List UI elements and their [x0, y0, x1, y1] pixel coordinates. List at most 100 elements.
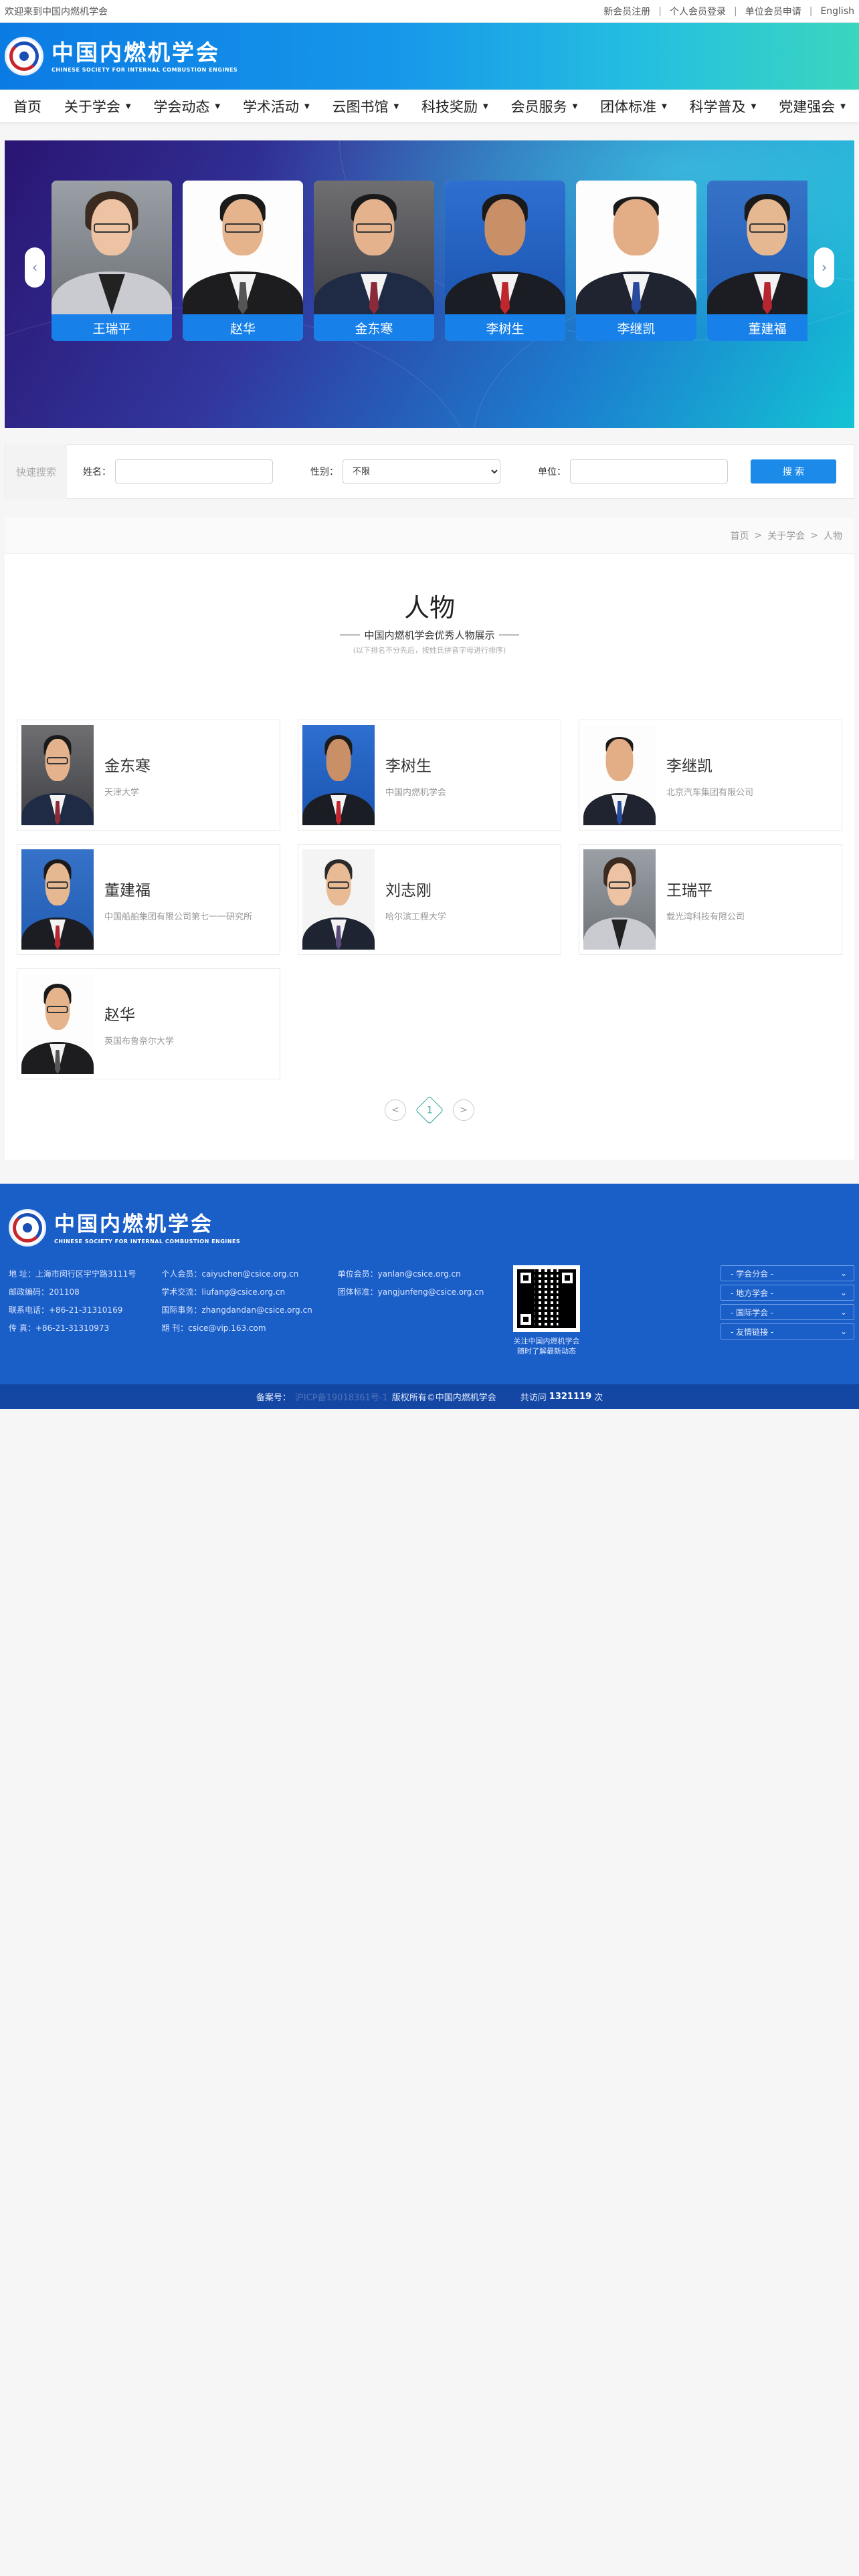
carousel-card-name: 王瑞平 [52, 314, 172, 341]
logo-emblem-icon [9, 1209, 46, 1247]
next-page-button[interactable]: > [453, 1099, 474, 1121]
chevron-down-icon: ⌄ [840, 1307, 847, 1317]
person-org: 中国船舶集团有限公司第七一一研究所 [104, 911, 253, 922]
people-grid: 金东寒 天津大学 李树生 中国内燃机学会 李继凯 北京汽车集团有限公司 董建福 … [5, 720, 854, 1093]
carousel-card-name: 李继凯 [576, 314, 696, 341]
wechat-qr: 关注中国内燃机学会 随时了解最新动态 [512, 1265, 581, 1356]
people-content: 首页 > 关于学会 > 人物 人物 中国内燃机学会优秀人物展示 (以下排名不分先… [5, 518, 854, 1160]
person-name: 赵华 [104, 1006, 135, 1024]
prev-page-button[interactable]: < [385, 1099, 406, 1121]
intl-society-select[interactable]: - 国际学会 - ⌄ [721, 1304, 854, 1320]
top-links: 新会员注册 | 个人会员登录 | 单位会员申请 | English [603, 5, 854, 18]
quick-search-bar: 快速搜索 姓名： 性别： 不限 单位： 搜 索 [5, 444, 854, 499]
person-card[interactable]: 赵华 英国布鲁奈尔大学 [17, 968, 280, 1079]
site-header: 中国内燃机学会 CHINESE SOCIETY FOR INTERNAL COM… [0, 23, 859, 90]
chevron-down-icon: ⌄ [840, 1327, 847, 1336]
nav-awards[interactable]: 科技奖励 ▼ [421, 96, 488, 116]
caret-down-icon: ▼ [393, 102, 399, 110]
footer-email-link[interactable]: 国际事务：zhangdandan@csice.org.cn [161, 1301, 312, 1319]
portrait-photo [52, 181, 172, 314]
footer-email-link[interactable]: 团体标准：yangjunfeng@csice.org.cn [338, 1283, 484, 1301]
person-card[interactable]: 李树生 中国内燃机学会 [298, 720, 561, 831]
portrait-photo [302, 725, 375, 825]
person-org: 载光湾科技有限公司 [666, 911, 745, 922]
friend-links-select[interactable]: - 友情链接 - ⌄ [721, 1323, 854, 1339]
nav-academic[interactable]: 学术活动 ▼ [243, 96, 310, 116]
person-card[interactable]: 董建福 中国船舶集团有限公司第七一一研究所 [17, 844, 280, 955]
footer-email-link[interactable]: 学术交流：liufang@csice.org.cn [161, 1283, 312, 1301]
carousel-card-name: 董建福 [707, 314, 807, 341]
carousel-card-name: 赵华 [183, 314, 303, 341]
nav-member-service[interactable]: 会员服务 ▼ [511, 96, 578, 116]
copyright: 版权所有©中国内燃机学会 [391, 1393, 496, 1403]
nav-library[interactable]: 云图书馆 ▼ [332, 96, 399, 116]
org-input[interactable] [570, 459, 728, 484]
chevron-down-icon: ⌄ [840, 1269, 847, 1278]
search-button[interactable]: 搜 索 [751, 459, 836, 484]
gender-select[interactable]: 不限 [343, 459, 500, 484]
carousel-next-button[interactable]: › [814, 247, 834, 288]
logo-subtitle: CHINESE SOCIETY FOR INTERNAL COMBUSTION … [52, 66, 238, 73]
pagination: < 1 > [5, 1095, 854, 1125]
carousel-card[interactable]: 王瑞平 [52, 181, 172, 341]
footer-email-link[interactable]: 单位会员：yanlan@csice.org.cn [338, 1265, 484, 1283]
org-label: 单位： [538, 467, 566, 477]
member-login-link[interactable]: 个人会员登录 [670, 5, 726, 18]
nav-home[interactable]: 首页 [13, 96, 41, 116]
portrait-photo [576, 181, 696, 314]
person-name: 董建福 [104, 881, 151, 899]
caret-down-icon: ▼ [304, 102, 310, 110]
visit-count: 1321119 [549, 1392, 592, 1402]
main-nav: 首页 关于学会 ▼ 学会动态 ▼ 学术活动 ▼ 云图书馆 ▼ 科技奖励 ▼ 会员服务 ▼ 团… [0, 90, 859, 123]
portrait-photo [583, 725, 656, 825]
footer-email-link[interactable]: 个人会员：caiyuchen@csice.org.cn [161, 1265, 312, 1283]
person-name: 李继凯 [666, 757, 712, 775]
icp-link[interactable]: 沪ICP备19018361号-1 [295, 1390, 388, 1403]
page-title: 人物 [403, 593, 455, 623]
person-card[interactable]: 刘志刚 哈尔滨工程大学 [298, 844, 561, 955]
section-heading: 人物 中国内燃机学会优秀人物展示 (以下排名不分先后，按姓氏拼音字母进行排序) [5, 554, 854, 655]
carousel-card[interactable]: 李继凯 [576, 181, 696, 341]
caret-down-icon: ▼ [662, 102, 667, 110]
english-link[interactable]: English [820, 6, 854, 17]
footer-address: 地 址：上海市闵行区宇宁路3111号 [9, 1269, 136, 1279]
nav-party[interactable]: 党建强会 ▼ [779, 96, 846, 116]
portrait-photo [21, 974, 94, 1074]
carousel-prev-button[interactable]: ‹ [25, 247, 45, 288]
carousel-card[interactable]: 金东寒 [314, 181, 434, 341]
page-1-button[interactable]: 1 [415, 1095, 444, 1125]
person-name: 王瑞平 [666, 881, 712, 899]
site-logo[interactable]: 中国内燃机学会 CHINESE SOCIETY FOR INTERNAL COM… [5, 37, 237, 76]
caret-down-icon: ▼ [483, 102, 488, 110]
unit-apply-link[interactable]: 单位会员申请 [745, 5, 801, 18]
person-card[interactable]: 金东寒 天津大学 [17, 720, 280, 831]
carousel-card[interactable]: 李树生 [445, 181, 565, 341]
register-link[interactable]: 新会员注册 [603, 5, 650, 18]
carousel-card-name: 金东寒 [314, 314, 434, 341]
local-society-select[interactable]: - 地方学会 - ⌄ [721, 1285, 854, 1301]
footer-contacts: 地 址：上海市闵行区宇宁路3111号 邮政编码：201108 联系电话：+86-… [9, 1265, 509, 1337]
caret-down-icon: ▼ [125, 102, 131, 110]
carousel-card[interactable]: 董建福 [707, 181, 807, 341]
person-name: 金东寒 [104, 757, 151, 775]
portrait-photo [183, 181, 303, 314]
carousel-card-name: 李树生 [445, 314, 565, 341]
person-org: 北京汽车集团有限公司 [666, 787, 754, 798]
footer-email-link[interactable]: 期 刊：csice@vip.163.com [161, 1319, 312, 1337]
portrait-photo [302, 849, 375, 950]
footer-phone: 联系电话：+86-21-31310169 [9, 1305, 123, 1315]
carousel-card[interactable]: 赵华 [183, 181, 303, 341]
name-input[interactable] [115, 459, 273, 484]
portrait-photo [21, 725, 94, 825]
person-card[interactable]: 王瑞平 载光湾科技有限公司 [579, 844, 842, 955]
breadcrumb-home[interactable]: 首页 [731, 529, 749, 542]
nav-news[interactable]: 学会动态 ▼ [153, 96, 220, 116]
breadcrumb-about[interactable]: 关于学会 [767, 529, 805, 542]
nav-science[interactable]: 科学普及 ▼ [690, 96, 757, 116]
caret-down-icon: ▼ [572, 102, 578, 110]
branch-select[interactable]: - 学会分会 - ⌄ [721, 1265, 854, 1281]
person-card[interactable]: 李继凯 北京汽车集团有限公司 [579, 720, 842, 831]
portrait-photo [21, 849, 94, 950]
nav-standards[interactable]: 团体标准 ▼ [600, 96, 667, 116]
nav-about[interactable]: 关于学会 ▼ [64, 96, 131, 116]
